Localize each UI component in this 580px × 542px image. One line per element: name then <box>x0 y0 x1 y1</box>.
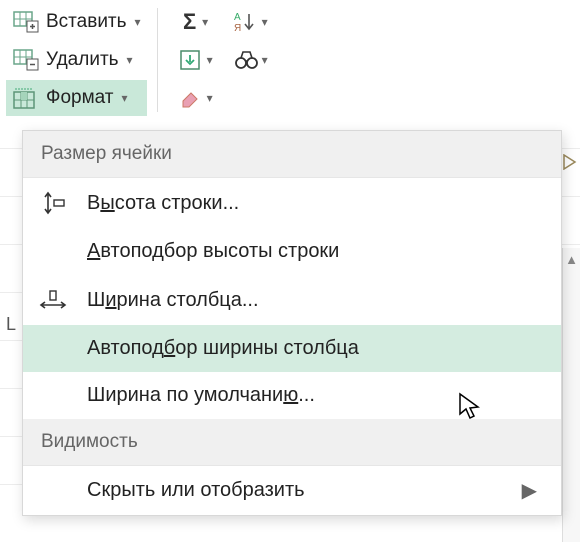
submenu-arrow-icon: ▶ <box>522 478 537 503</box>
fill-button[interactable]: ▾ <box>168 42 224 78</box>
autosum-button[interactable]: Σ ▾ <box>168 4 224 40</box>
section-header-visibility: Видимость <box>23 419 561 466</box>
dropdown-arrow-icon: ▾ <box>135 15 141 29</box>
menu-item-autofit-column-width[interactable]: Автоподбор ширины столбца <box>23 325 561 372</box>
dropdown-arrow-icon: ▾ <box>207 53 213 67</box>
svg-text:A: A <box>234 12 241 23</box>
sigma-icon: Σ <box>183 9 196 35</box>
dropdown-arrow-icon: ▾ <box>122 91 128 105</box>
vertical-scrollbar[interactable] <box>562 248 580 542</box>
format-button[interactable]: Формат ▾ <box>6 80 147 116</box>
sort-filter-button[interactable]: AЯ ▾ <box>230 4 272 40</box>
insert-cells-button[interactable]: Вставить ▾ <box>6 4 147 40</box>
sort-az-icon: AЯ <box>234 11 260 33</box>
format-label: Формат <box>46 87 114 109</box>
menu-item-hide-unhide[interactable]: Скрыть или отобразить ▶ <box>23 466 561 515</box>
menu-item-default-width[interactable]: Ширина по умолчанию... <box>23 372 561 419</box>
menu-item-label: Автоподбор высоты строки <box>87 240 553 263</box>
menu-item-label: Высота строки... <box>87 192 553 215</box>
column-width-icon <box>31 287 75 313</box>
section-header-cell-size: Размер ячейки <box>23 131 561 178</box>
edit-indicator-icon <box>563 154 577 175</box>
delete-cells-button[interactable]: Удалить ▾ <box>6 42 147 78</box>
menu-item-label: Автоподбор ширины столбца <box>87 337 553 360</box>
format-cells-icon <box>12 85 40 111</box>
dropdown-arrow-icon: ▾ <box>262 15 268 29</box>
binoculars-icon <box>234 49 260 71</box>
clear-button[interactable]: ▾ <box>168 80 224 116</box>
row-height-icon <box>31 190 75 216</box>
menu-item-column-width[interactable]: Ширина столбца... <box>23 275 561 325</box>
toolbar-divider <box>157 8 158 112</box>
delete-cells-icon <box>12 47 40 73</box>
menu-item-label: Ширина по умолчанию... <box>87 384 553 407</box>
svg-text:Я: Я <box>234 23 241 33</box>
format-dropdown-menu: Размер ячейки Высота строки... Автоподбо… <box>22 130 562 516</box>
ribbon-toolbar: Вставить ▾ Удалить ▾ Формат ▾ Σ ▾ AЯ <box>0 0 580 116</box>
dropdown-arrow-icon: ▾ <box>207 91 213 105</box>
eraser-icon <box>179 87 201 109</box>
dropdown-arrow-icon: ▾ <box>127 53 133 67</box>
column-header-label: L <box>6 314 16 335</box>
menu-item-row-height[interactable]: Высота строки... <box>23 178 561 228</box>
find-select-button[interactable]: ▾ <box>230 42 272 78</box>
menu-item-label: Скрыть или отобразить <box>87 479 510 502</box>
insert-cells-icon <box>12 9 40 35</box>
scroll-up-arrow[interactable]: ▲ <box>565 252 578 267</box>
insert-label: Вставить <box>46 11 127 33</box>
menu-item-label: Ширина столбца... <box>87 289 553 312</box>
fill-down-icon <box>179 49 201 71</box>
delete-label: Удалить <box>46 49 119 71</box>
menu-item-autofit-row-height[interactable]: Автоподбор высоты строки <box>23 228 561 275</box>
dropdown-arrow-icon: ▾ <box>202 15 208 29</box>
dropdown-arrow-icon: ▾ <box>262 53 268 67</box>
